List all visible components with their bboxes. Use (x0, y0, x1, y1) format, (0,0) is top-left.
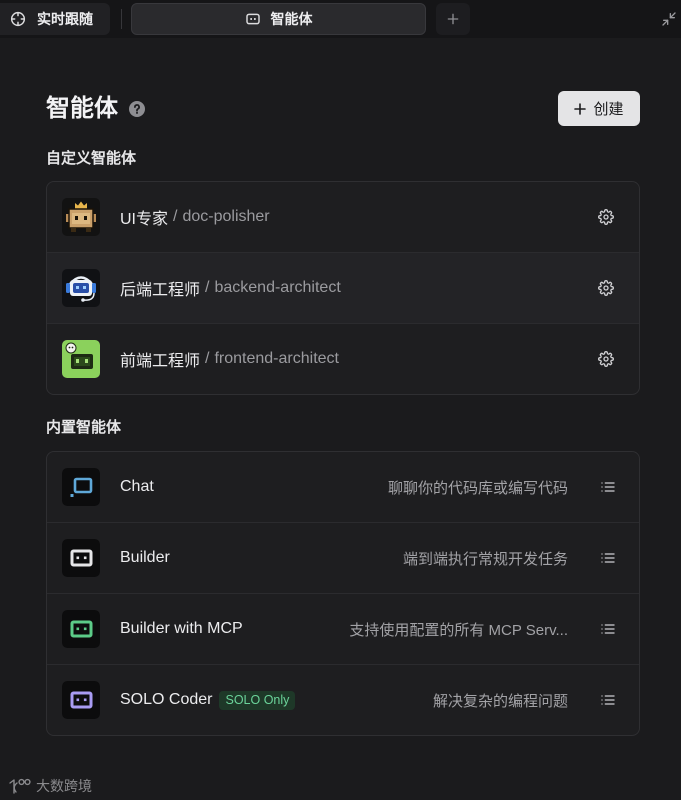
solo-robot-icon (62, 681, 100, 719)
agent-name: 前端工程师 (120, 353, 201, 370)
page-header: 智能体 创建 (46, 91, 640, 126)
gear-icon[interactable] (598, 351, 614, 367)
chat-robot-icon (62, 468, 100, 506)
agent-name: UI专家 (120, 211, 169, 228)
create-agent-button[interactable]: 创建 (558, 91, 640, 126)
agent-description: 解决复杂的编程问题 (432, 692, 568, 710)
agent-name: Chat (120, 478, 154, 495)
builtin-agent-row[interactable]: Chat 聊聊你的代码库或编写代码 (47, 452, 639, 522)
slug-separator: / (205, 279, 210, 296)
builtin-agent-row[interactable]: Builder 端到端执行常规开发任务 (47, 522, 639, 593)
builtin-agent-row[interactable]: SOLO Coder SOLO Only 解决复杂的编程问题 (47, 664, 639, 735)
gear-icon[interactable] (598, 209, 614, 225)
list-icon[interactable] (600, 692, 616, 708)
tab-agents[interactable]: 智能体 (131, 3, 426, 35)
tab-bar: 实时跟随 智能体 (0, 0, 681, 38)
list-icon[interactable] (600, 550, 616, 566)
minimize-icon (661, 11, 677, 27)
agent-title: 前端工程师 / frontend-architect (120, 347, 339, 371)
agent-name: SOLO Coder (120, 691, 213, 708)
agents-panel: 实时跟随 智能体 智能体 创建 自定义智能体 UI专家 / doc-polish… (0, 0, 681, 800)
green-robot-avatar (62, 340, 100, 378)
solo-only-badge: SOLO Only (219, 690, 296, 710)
new-tab-button[interactable] (436, 3, 470, 35)
page-title: 智能体 (46, 95, 118, 122)
list-icon[interactable] (600, 621, 616, 637)
custom-agent-row[interactable]: 后端工程师 / backend-architect (47, 252, 639, 323)
agent-name: 后端工程师 (120, 282, 201, 299)
crown-robot-avatar (62, 198, 100, 236)
agent-title: UI专家 / doc-polisher (120, 205, 270, 229)
agent-slug: backend-architect (214, 279, 341, 296)
crosshair-icon (10, 11, 26, 27)
agent-description: 端到端执行常规开发任务 (402, 550, 568, 568)
plus-icon (445, 11, 461, 27)
agent-name: Builder (120, 549, 170, 566)
agent-slug: doc-polisher (182, 208, 270, 225)
agent-description: 聊聊你的代码库或编写代码 (387, 479, 568, 497)
tab-follow[interactable]: 实时跟随 (0, 3, 110, 35)
slug-separator: / (173, 208, 178, 225)
builtin-agents-list: Chat 聊聊你的代码库或编写代码 Builder 端到端执行常规开发任务 Bu… (46, 451, 640, 736)
collapse-button[interactable] (661, 11, 677, 27)
agent-title: 后端工程师 / backend-architect (120, 276, 341, 300)
custom-agent-row[interactable]: 前端工程师 / frontend-architect (47, 323, 639, 394)
tab-agents-label: 智能体 (270, 11, 313, 27)
agent-description: 支持使用配置的所有 MCP Serv... (349, 621, 568, 639)
custom-agent-row[interactable]: UI专家 / doc-polisher (47, 182, 639, 252)
agent-title: Builder with MCP (120, 620, 243, 638)
custom-agents-title: 自定义智能体 (46, 150, 137, 167)
agent-title: Chat (120, 478, 154, 496)
builtin-agent-row[interactable]: Builder with MCP 支持使用配置的所有 MCP Serv... (47, 593, 639, 664)
gear-icon[interactable] (598, 280, 614, 296)
builtin-agents-title: 内置智能体 (46, 419, 122, 436)
plus-icon (574, 102, 587, 115)
help-icon[interactable] (129, 100, 145, 117)
agent-slug: frontend-architect (214, 350, 339, 367)
agent-icon (245, 11, 261, 27)
tab-follow-label: 实时跟随 (37, 11, 93, 27)
watermark-text: 大数跨境 (36, 778, 92, 794)
mcp-robot-icon (62, 610, 100, 648)
tab-divider (121, 9, 122, 29)
headset-robot-avatar (62, 269, 100, 307)
watermark: 大数跨境 (8, 776, 92, 796)
builder-robot-icon (62, 539, 100, 577)
agent-title: Builder (120, 549, 170, 567)
create-button-label: 创建 (593, 101, 624, 118)
custom-agents-list: UI专家 / doc-polisher 后端工程师 / backend-arch… (46, 181, 640, 395)
list-icon[interactable] (600, 479, 616, 495)
agent-title: SOLO Coder SOLO Only (120, 690, 296, 710)
brand-logo-icon (8, 777, 32, 795)
agent-name: Builder with MCP (120, 620, 243, 637)
slug-separator: / (205, 350, 210, 367)
